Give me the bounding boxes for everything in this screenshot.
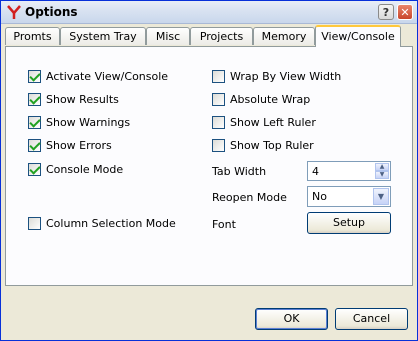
tab-misc[interactable]: Misc [146,27,190,45]
activate-view-console-checkbox[interactable] [28,70,41,83]
checkbox-label: Show Top Ruler [230,139,314,152]
tab-width-label: Tab Width [212,165,267,178]
tab-width-stepper[interactable]: 4 ▲ ▼ [307,161,391,181]
window-title: Options [25,5,78,19]
absolute-wrap-checkbox[interactable] [212,93,225,106]
checkbox-label: Show Results [46,93,119,106]
ok-button[interactable]: OK [255,308,328,330]
close-button[interactable]: ✕ [397,4,413,20]
button-label: OK [283,312,300,325]
reopen-mode-label: Reopen Mode [212,191,287,204]
tab-label: View/Console [321,30,395,43]
checkbox-label: Activate View/Console [46,70,169,83]
show-errors-checkbox[interactable] [28,139,41,152]
question-mark-icon: ? [382,6,390,19]
checkbox-label: Show Errors [46,139,112,152]
title-bar[interactable]: Options ? ✕ [1,1,417,24]
console-mode-checkbox[interactable] [28,163,41,176]
spin-down-icon[interactable]: ▼ [375,171,389,179]
checkbox-label: Column Selection Mode [46,217,176,230]
tab-label: Projects [199,30,244,43]
tab-system-tray[interactable]: System Tray [60,27,146,45]
close-icon: ✕ [400,6,410,19]
show-left-ruler-checkbox[interactable] [212,116,225,129]
checkbox-label: Show Left Ruler [230,116,316,129]
tab-label: Misc [155,30,181,43]
wrap-by-view-width-checkbox[interactable] [212,70,225,83]
show-warnings-checkbox[interactable] [28,116,41,129]
button-label: Setup [332,216,366,229]
app-logo-icon [7,5,21,19]
checkbox-label: Console Mode [46,163,124,176]
tab-label: Promts [13,30,52,43]
tab-promts[interactable]: Promts [5,27,60,45]
button-label: Cancel [352,312,391,325]
cancel-button[interactable]: Cancel [335,308,408,330]
tab-memory[interactable]: Memory [253,27,315,45]
show-top-ruler-checkbox[interactable] [212,139,225,152]
font-setup-button[interactable]: Setup [307,212,391,234]
help-button[interactable]: ? [378,4,394,20]
view-console-panel: Activate View/Console Show Results Show … [5,46,413,286]
tab-width-spin-buttons: ▲ ▼ [375,163,389,179]
font-label: Font [212,218,236,231]
reopen-mode-select[interactable]: No ▼ [307,186,391,207]
checkbox-label: Show Warnings [46,116,131,129]
spin-up-icon[interactable]: ▲ [375,163,389,171]
tab-strip: Promts System Tray Misc Projects Memory … [5,25,413,47]
tab-width-value[interactable]: 4 [312,165,319,178]
tab-label: System Tray [69,30,137,43]
tab-label: Memory [261,30,307,43]
reopen-mode-value: No [312,190,327,203]
checkbox-label: Wrap By View Width [230,70,342,83]
tab-view-console[interactable]: View/Console [315,25,401,47]
options-dialog: Options ? ✕ Promts System Tray Misc Proj… [0,0,418,341]
column-selection-mode-checkbox[interactable] [28,217,41,230]
chevron-down-icon[interactable]: ▼ [373,188,389,205]
checkbox-label: Absolute Wrap [230,93,311,106]
show-results-checkbox[interactable] [28,93,41,106]
tab-projects[interactable]: Projects [190,27,253,45]
